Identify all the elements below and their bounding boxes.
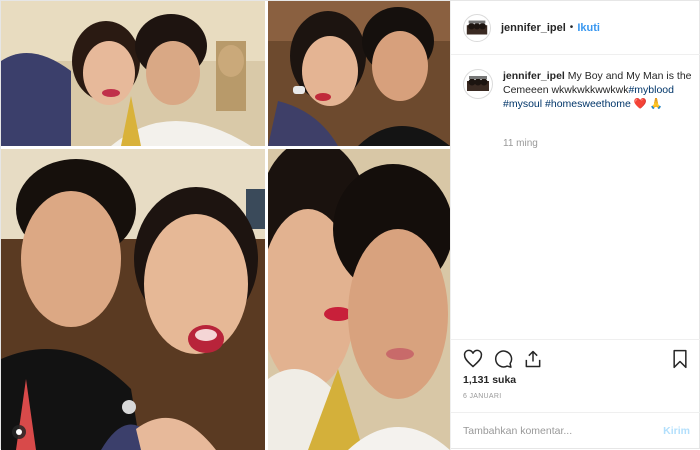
heart-outline-icon[interactable]	[463, 349, 483, 369]
send-comment-button[interactable]: Kirim	[663, 425, 690, 437]
separator-dot: •	[569, 22, 574, 33]
photo-mother-son-bottomright	[268, 149, 450, 450]
hashtag-myblood[interactable]: #myblood	[628, 84, 674, 96]
username-link[interactable]: jennifer_ipel	[501, 22, 566, 34]
caption-timestamp[interactable]: 11 ming	[503, 138, 538, 149]
hashtag-mysoul[interactable]: #mysoul	[503, 98, 542, 110]
comment-bar: Kirim	[451, 412, 700, 450]
heart-emoji: ❤️	[633, 98, 647, 110]
photo-couple-bottomleft	[1, 149, 265, 450]
action-bar	[451, 339, 700, 373]
caption-username[interactable]: jennifer_ipel	[503, 70, 565, 82]
caption: jennifer_ipel My Boy and My Man is the C…	[463, 69, 693, 111]
likes-count[interactable]: 1,131 suka	[463, 374, 516, 386]
post-sidebar: jennifer_ipel • Ikuti jennifer_ipel My B…	[450, 1, 700, 450]
caption-text: jennifer_ipel My Boy and My Man is the C…	[503, 69, 693, 111]
follow-button[interactable]: Ikuti	[577, 22, 600, 34]
hashtag-homesweethome[interactable]: #homesweethome	[545, 98, 631, 110]
comment-bubble-icon[interactable]	[493, 349, 513, 369]
pray-emoji: 🙏	[649, 98, 663, 110]
carousel-multi-photo-icon	[12, 425, 26, 439]
instagram-post: jennifer_ipel • Ikuti jennifer_ipel My B…	[0, 0, 700, 450]
photo-couple-topright	[268, 1, 450, 146]
avatar[interactable]	[463, 13, 491, 42]
photo-mother-son-topleft	[1, 1, 265, 146]
caption-avatar[interactable]	[463, 69, 493, 99]
comment-input[interactable]	[463, 421, 643, 441]
post-date: 6 JANUARI	[463, 393, 502, 400]
share-upload-icon[interactable]	[523, 349, 543, 369]
bookmark-icon[interactable]	[670, 349, 690, 369]
photo-collage[interactable]	[1, 1, 450, 450]
post-header: jennifer_ipel • Ikuti	[451, 1, 700, 55]
